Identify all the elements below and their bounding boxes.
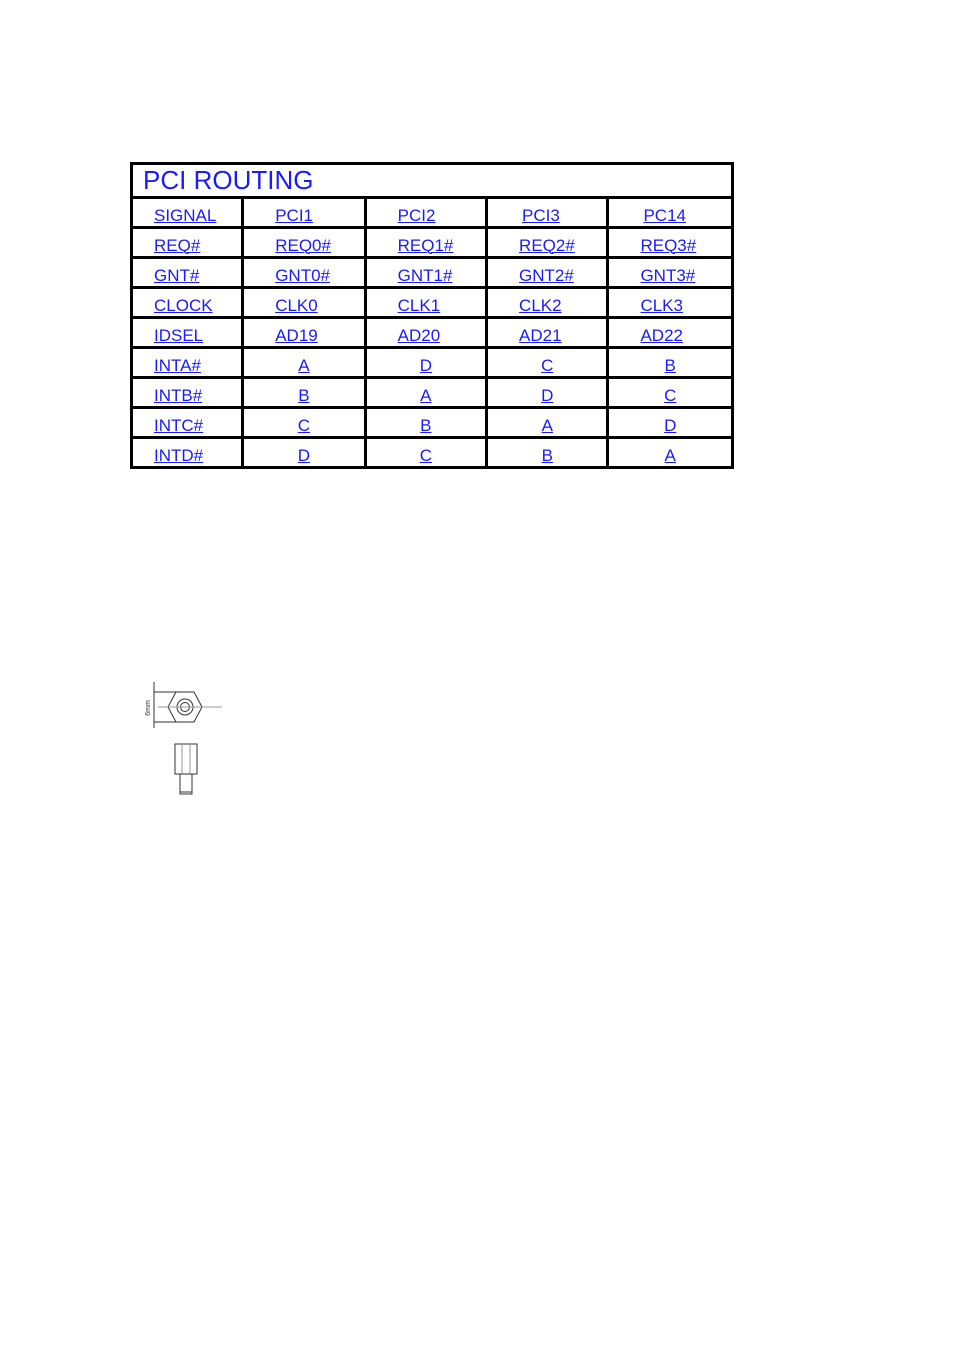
routing-cell: D: [363, 346, 489, 379]
routing-cell: C: [363, 436, 489, 469]
routing-cell: AD21: [485, 316, 610, 349]
signal-name-cell: INTC#: [129, 406, 245, 439]
standoff-body: [174, 743, 198, 775]
table-row: INTA# A D C B: [129, 346, 734, 379]
table-title: PCI ROUTING: [130, 162, 734, 199]
routing-cell: CLK3: [606, 286, 734, 319]
signal-name-cell: REQ#: [129, 226, 245, 259]
pci-routing-table: PCI ROUTING SIGNAL PCI1 PCI2 PCI3 PC14 R…: [129, 162, 734, 469]
hex-standoff-drawing: 6mm: [145, 682, 222, 795]
signal-name-cell: GNT#: [129, 256, 245, 289]
routing-cell: CLK1: [363, 286, 489, 319]
standoff-thread: [179, 773, 193, 795]
routing-cell: REQ1#: [363, 226, 489, 259]
signal-name-cell: IDSEL: [129, 316, 245, 349]
routing-cell: CLK0: [241, 286, 367, 319]
routing-cell: D: [606, 406, 734, 439]
header-row: SIGNAL PCI1 PCI2 PCI3 PC14: [129, 196, 734, 229]
dimension-label: 6mm: [145, 700, 152, 716]
title-row: PCI ROUTING: [130, 162, 734, 199]
routing-cell: GNT0#: [241, 256, 367, 289]
routing-cell: A: [241, 346, 367, 379]
routing-cell: B: [363, 406, 489, 439]
table-row: INTB# B A D C: [129, 376, 734, 409]
header-cell: PC14: [606, 196, 734, 229]
signal-name-cell: INTB#: [129, 376, 245, 409]
table-row: INTD# D C B A: [129, 436, 734, 469]
routing-cell: REQ2#: [485, 226, 610, 259]
routing-cell: B: [485, 436, 610, 469]
routing-cell: AD22: [606, 316, 734, 349]
routing-cell: D: [485, 376, 610, 409]
header-cell: PCI1: [241, 196, 367, 229]
routing-cell: A: [485, 406, 610, 439]
routing-cell: A: [363, 376, 489, 409]
table-row: INTC# C B A D: [129, 406, 734, 439]
routing-cell: B: [241, 376, 367, 409]
header-cell: PCI2: [363, 196, 489, 229]
routing-cell: C: [241, 406, 367, 439]
routing-cell: C: [485, 346, 610, 379]
routing-cell: AD20: [363, 316, 489, 349]
routing-cell: AD19: [241, 316, 367, 349]
table-row: GNT# GNT0# GNT1# GNT2# GNT3#: [129, 256, 734, 289]
routing-cell: B: [606, 346, 734, 379]
signal-name-cell: INTA#: [129, 346, 245, 379]
signal-name-cell: INTD#: [129, 436, 245, 469]
routing-cell: GNT1#: [363, 256, 489, 289]
table-row: CLOCK CLK0 CLK1 CLK2 CLK3: [129, 286, 734, 319]
signal-name-cell: CLOCK: [129, 286, 245, 319]
table-row: REQ# REQ0# REQ1# REQ2# REQ3#: [129, 226, 734, 259]
routing-cell: REQ3#: [606, 226, 734, 259]
header-cell: PCI3: [485, 196, 610, 229]
routing-cell: C: [606, 376, 734, 409]
routing-cell: REQ0#: [241, 226, 367, 259]
routing-cell: GNT3#: [606, 256, 734, 289]
routing-cell: CLK2: [485, 286, 610, 319]
routing-cell: GNT2#: [485, 256, 610, 289]
header-cell: SIGNAL: [129, 196, 245, 229]
routing-cell: A: [606, 436, 734, 469]
table-row: IDSEL AD19 AD20 AD21 AD22: [129, 316, 734, 349]
routing-cell: D: [241, 436, 367, 469]
